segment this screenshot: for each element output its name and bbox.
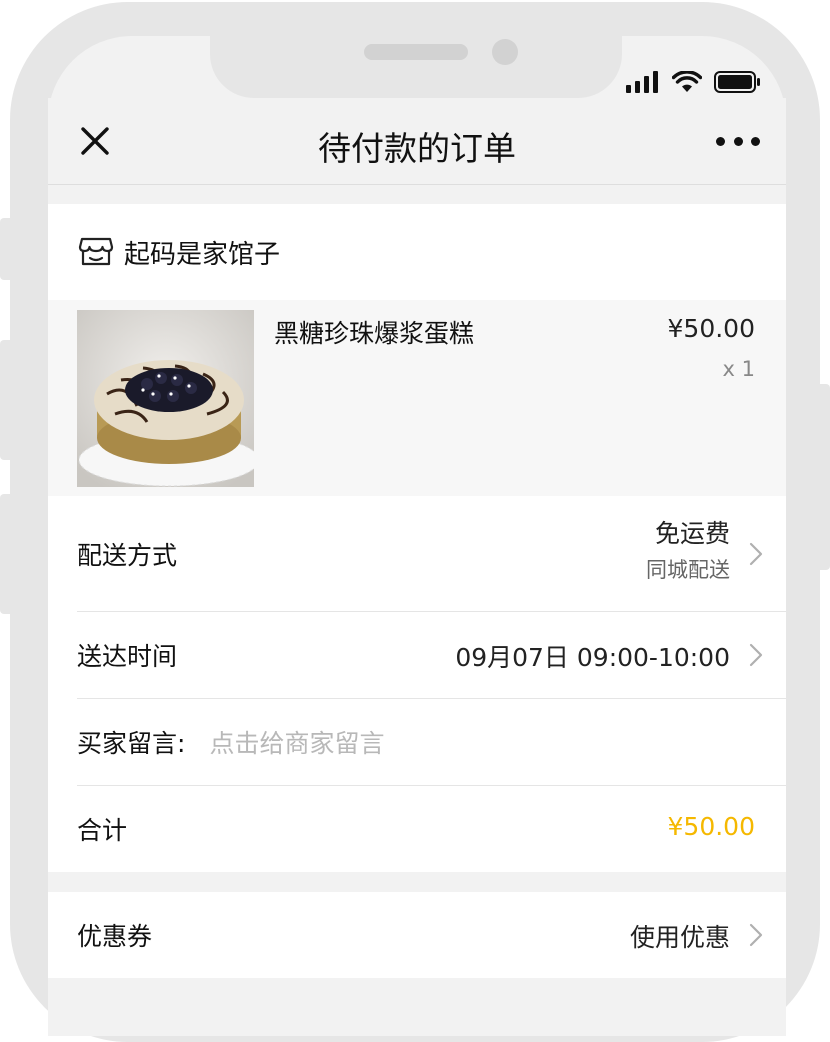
delivery-time-label: 送达时间 xyxy=(77,642,178,671)
buyer-message-row: 买家留言: 点击给商家留言 xyxy=(77,699,786,786)
product-name: 黑糖珍珠爆浆蛋糕 xyxy=(274,319,475,348)
product-image xyxy=(77,310,254,487)
coupon-row[interactable]: 优惠券 使用优惠 xyxy=(77,892,786,978)
front-camera xyxy=(492,39,518,65)
status-bar xyxy=(626,68,762,96)
order-card: 起码是家馆子 黑糖珍珠爆浆蛋糕 ¥50.00 x 1 配送方式 免运费 同城配送… xyxy=(48,204,786,872)
product-quantity: x 1 xyxy=(722,357,755,381)
chevron-right-icon xyxy=(749,923,763,947)
page-title: 待付款的订单 xyxy=(318,129,516,168)
delivery-time-row[interactable]: 送达时间 09月07日 09:00-10:00 xyxy=(77,612,786,699)
coupon-card: 优惠券 使用优惠 xyxy=(48,892,786,978)
battery-icon xyxy=(714,71,760,93)
speaker-grille xyxy=(364,44,468,60)
product-price: ¥50.00 xyxy=(667,314,755,343)
store-row[interactable]: 起码是家馆子 xyxy=(48,204,786,300)
product-row[interactable]: 黑糖珍珠爆浆蛋糕 ¥50.00 x 1 xyxy=(48,300,786,496)
chevron-right-icon xyxy=(749,643,763,667)
side-button-volume-down xyxy=(0,494,14,614)
delivery-method-row[interactable]: 配送方式 免运费 同城配送 xyxy=(77,496,786,612)
buyer-message-label: 买家留言: xyxy=(77,729,186,758)
side-button-power xyxy=(816,384,830,570)
side-button-mute xyxy=(0,218,14,280)
coupon-action: 使用优惠 xyxy=(629,923,730,952)
delivery-method-value: 同城配送 xyxy=(646,558,730,582)
signal-icon xyxy=(626,71,658,93)
total-amount: ¥50.00 xyxy=(667,812,755,841)
buyer-message-input[interactable]: 点击给商家留言 xyxy=(209,724,384,760)
delivery-time-value: 09月07日 09:00-10:00 xyxy=(455,643,730,672)
chevron-right-icon xyxy=(749,542,763,565)
delivery-fee: 免运费 xyxy=(654,519,730,548)
wifi-icon xyxy=(672,71,702,92)
side-button-volume-up xyxy=(0,340,14,460)
more-options-icon[interactable] xyxy=(716,134,760,148)
delivery-method-label: 配送方式 xyxy=(77,540,178,570)
order-content: 起码是家馆子 黑糖珍珠爆浆蛋糕 ¥50.00 x 1 配送方式 免运费 同城配送… xyxy=(48,204,786,978)
coupon-label: 优惠券 xyxy=(77,922,153,951)
section-divider xyxy=(48,872,786,892)
total-label: 合计 xyxy=(77,816,128,845)
store-name: 起码是家馆子 xyxy=(124,239,281,270)
nav-bar: 待付款的订单 xyxy=(48,98,786,185)
store-icon xyxy=(78,237,114,266)
total-row: 合计 ¥50.00 xyxy=(77,786,786,872)
